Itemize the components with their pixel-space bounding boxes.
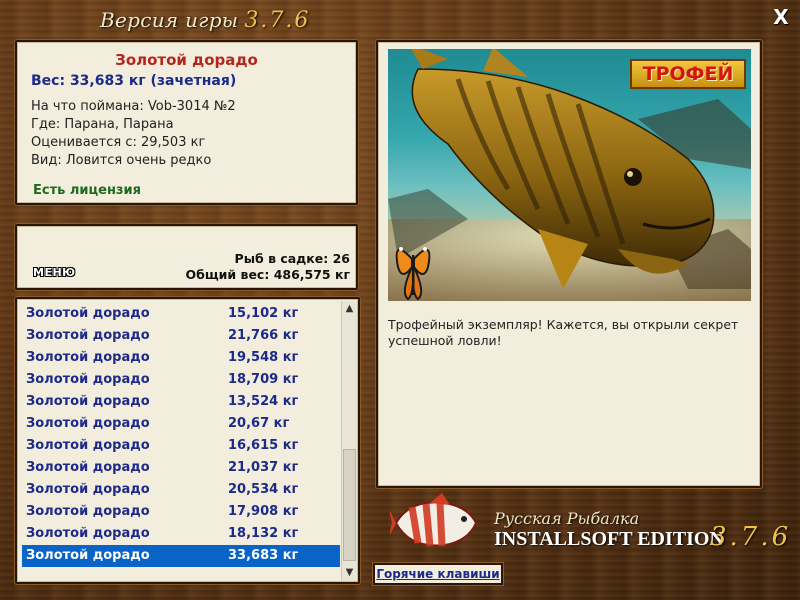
catch-fish-name: Золотой дорадо	[26, 460, 150, 475]
catch-list-row[interactable]: Золотой дорадо 19,548 кг	[22, 347, 340, 369]
catch-fish-weight: 18,132 кг	[228, 526, 299, 541]
fish-photo: ТРОФЕЙ	[388, 49, 751, 301]
fish-valued-from: Оценивается с: 29,503 кг	[31, 135, 206, 150]
catch-fish-name: Золотой дорадо	[26, 526, 150, 541]
catch-list-row[interactable]: Золотой дорадо 13,524 кг	[22, 391, 340, 413]
catch-fish-weight: 21,037 кг	[228, 460, 299, 475]
catch-list-row[interactable]: Золотой дорадо 21,766 кг	[22, 325, 340, 347]
fish-location: Где: Парана, Парана	[31, 117, 174, 132]
catch-list-row[interactable]: Золотой дорадо 16,615 кг	[22, 435, 340, 457]
catch-fish-name: Золотой дорадо	[26, 328, 150, 343]
catch-list: Золотой дорадо 15,102 кг Золотой дорадо 21,…	[22, 303, 340, 579]
catch-list-row[interactable]: Золотой дорадо 17,908 кг	[22, 501, 340, 523]
catch-fish-weight: 19,548 кг	[228, 350, 299, 365]
catch-fish-name: Золотой дорадо	[26, 416, 150, 431]
keepnet-total-weight: Общий вес: 486,575 кг	[185, 267, 351, 282]
catch-fish-weight: 13,524 кг	[228, 394, 299, 409]
catch-fish-weight: 33,683 кг	[228, 548, 299, 563]
catch-list-row[interactable]: Золотой дорадо 33,683 кг	[22, 545, 340, 567]
keepnet-count: Рыб в садке: 26	[234, 251, 350, 266]
fish-logo-icon	[390, 493, 478, 547]
catch-fish-weight: 21,766 кг	[228, 328, 299, 343]
trophy-description: Трофейный экземпляр! Кажется, вы открыли…	[388, 317, 739, 348]
catch-fish-name: Золотой дорадо	[26, 350, 150, 365]
fish-bait: На что поймана: Vob-3014 №2	[31, 99, 236, 114]
trophy-photo-panel: ТРОФЕЙ Трофейный экземпляр! Кажется, вы …	[376, 40, 762, 488]
chevron-up-icon[interactable]: ▲	[342, 301, 357, 317]
fish-weight: Вес: 33,683 кг (зачетная)	[31, 73, 237, 89]
catch-list-scrollbar[interactable]: ▲ ▼	[341, 301, 357, 581]
chevron-down-icon[interactable]: ▼	[342, 565, 357, 581]
title-prefix: Версия игры	[100, 8, 239, 32]
keepnet-panel: Рыб в садке: 26 Общий вес: 486,575 кг МЕ…	[15, 224, 358, 290]
menu-button[interactable]: МЕНЮ	[33, 266, 76, 282]
license-status: Есть лицензия	[33, 183, 141, 198]
catch-list-row[interactable]: Золотой дорадо 18,709 кг	[22, 369, 340, 391]
close-icon[interactable]: X	[770, 6, 792, 28]
brand-edition: INSTALLSOFT EDITION	[494, 528, 724, 550]
catch-fish-weight: 16,615 кг	[228, 438, 299, 453]
catch-list-row[interactable]: Золотой дорадо 18,132 кг	[22, 523, 340, 545]
catch-list-row[interactable]: Золотой дорадо 15,102 кг	[22, 303, 340, 325]
catch-fish-name: Золотой дорадо	[26, 504, 150, 519]
fish-info-panel: Золотой дорадо Вес: 33,683 кг (зачетная)…	[15, 40, 358, 205]
catch-fish-weight: 20,67 кг	[228, 416, 290, 431]
catch-fish-weight: 17,908 кг	[228, 504, 299, 519]
catch-fish-name: Золотой дорадо	[26, 394, 150, 409]
title-version: 3.7.6	[244, 8, 311, 33]
catch-fish-name: Золотой дорадо	[26, 306, 150, 321]
catch-list-panel: Золотой дорадо 15,102 кг Золотой дорадо 21,…	[15, 297, 360, 584]
brand-title: Русская Рыбалка	[494, 509, 640, 528]
brand-version: 3.7.6	[710, 522, 792, 552]
catch-fish-name: Золотой дорадо	[26, 372, 150, 387]
catch-fish-weight: 20,534 кг	[228, 482, 299, 497]
catch-list-row[interactable]: Золотой дорадо 21,037 кг	[22, 457, 340, 479]
catch-fish-name: Золотой дорадо	[26, 438, 150, 453]
catch-list-row[interactable]: Золотой дорадо 20,534 кг	[22, 479, 340, 501]
window-title: Версия игры 3.7.6	[100, 8, 330, 36]
catch-fish-name: Золотой дорадо	[26, 548, 150, 563]
fish-rarity: Вид: Ловится очень редко	[31, 153, 212, 168]
trophy-badge: ТРОФЕЙ	[630, 59, 746, 89]
hotkeys-button[interactable]: Горячие клавиши	[373, 563, 503, 585]
fish-name: Золотой дорадо	[115, 51, 258, 69]
scrollbar-thumb[interactable]	[343, 449, 356, 561]
catch-list-row[interactable]: Золотой дорадо 20,67 кг	[22, 413, 340, 435]
catch-fish-weight: 15,102 кг	[228, 306, 299, 321]
catch-fish-name: Золотой дорадо	[26, 482, 150, 497]
catch-fish-weight: 18,709 кг	[228, 372, 299, 387]
